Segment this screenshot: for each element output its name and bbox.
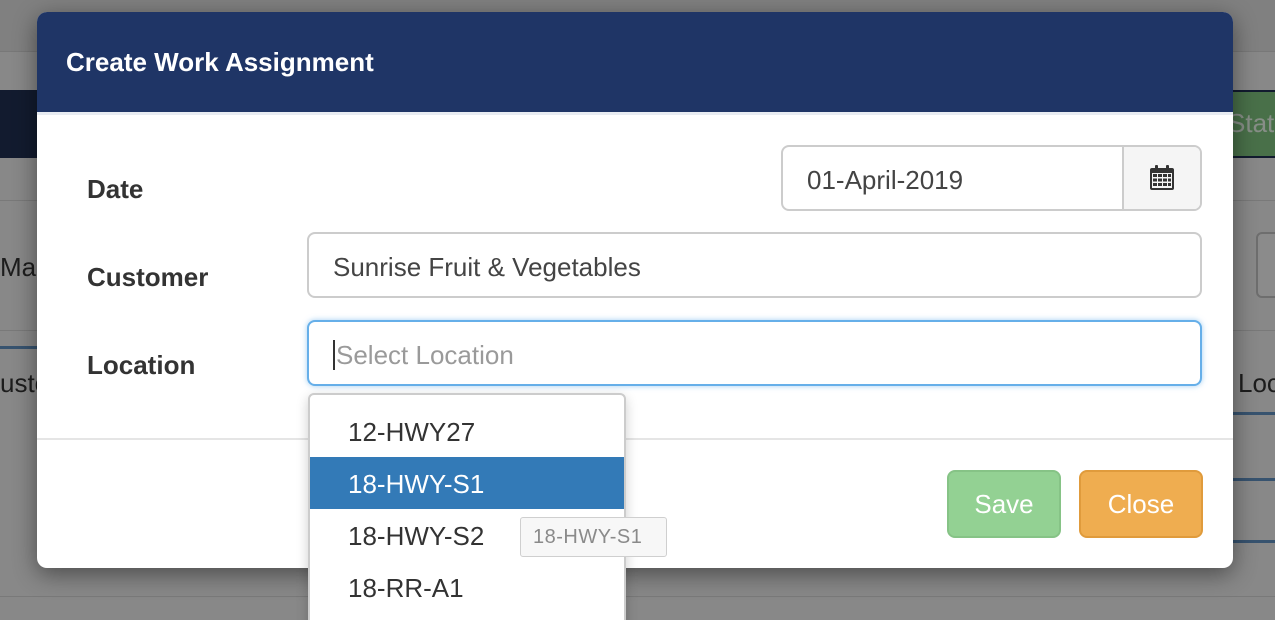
date-field[interactable]: 01-April-2019: [781, 145, 1202, 211]
date-value[interactable]: 01-April-2019: [807, 165, 963, 196]
date-label: Date: [87, 174, 144, 204]
save-button[interactable]: Save: [947, 470, 1061, 538]
location-option-highlighted[interactable]: 18-HWY-S1: [310, 457, 624, 509]
location-placeholder: Select Location: [336, 340, 514, 370]
modal-header: Create Work Assignment: [37, 12, 1233, 112]
option-tooltip: 18-HWY-S1: [520, 517, 667, 557]
location-label: Location: [87, 350, 196, 380]
customer-value[interactable]: Sunrise Fruit & Vegetables: [333, 252, 641, 282]
customer-field[interactable]: Sunrise Fruit & Vegetables: [307, 232, 1202, 298]
location-option[interactable]: 12-HWY27: [310, 405, 624, 457]
location-input[interactable]: Select Location: [307, 320, 1202, 386]
date-picker-button[interactable]: [1122, 147, 1200, 209]
customer-label: Customer: [87, 262, 209, 292]
close-button[interactable]: Close: [1079, 470, 1203, 538]
text-caret: [333, 340, 335, 370]
modal-header-divider: [37, 112, 1233, 115]
calendar-icon[interactable]: [1149, 165, 1175, 191]
create-work-assignment-modal: Create Work Assignment Date 01-April-201…: [37, 12, 1233, 568]
modal-title: Create Work Assignment: [66, 47, 374, 77]
location-dropdown[interactable]: 12-HWY27 18-HWY-S1 18-HWY-S2 18-RR-A1: [308, 393, 626, 620]
location-option[interactable]: 18-RR-A1: [310, 561, 624, 613]
modal-footer-divider: [37, 438, 1233, 440]
